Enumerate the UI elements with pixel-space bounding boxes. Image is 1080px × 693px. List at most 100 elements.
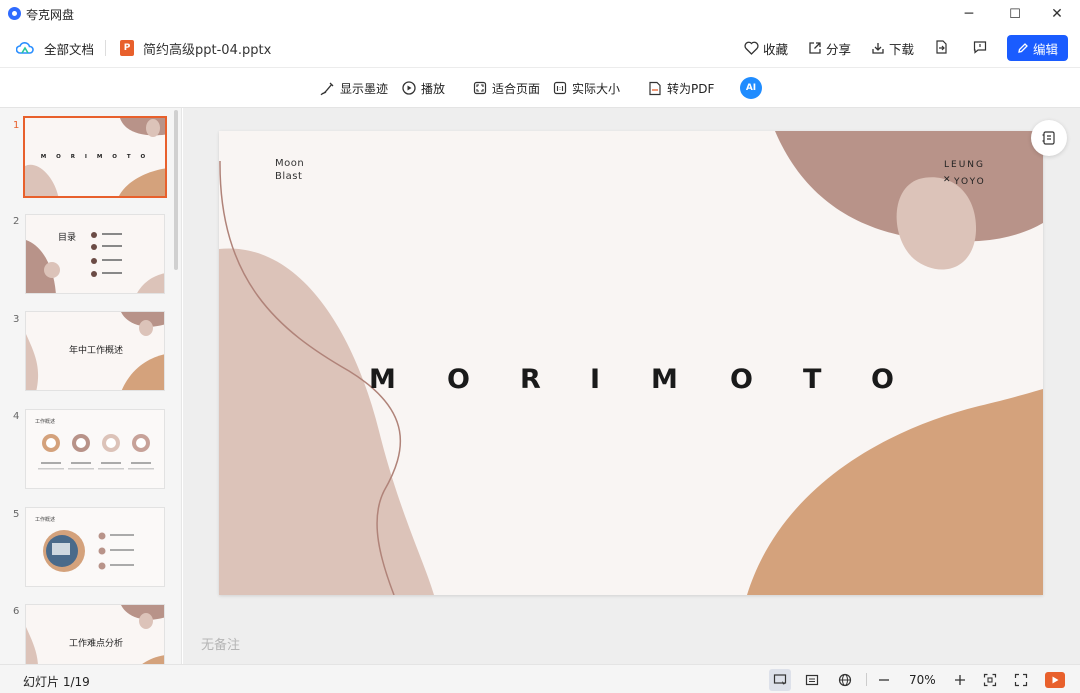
ai-assistant-button[interactable]: AI bbox=[740, 77, 762, 99]
play-label: 播放 bbox=[421, 81, 446, 96]
zoom-out-button[interactable] bbox=[875, 671, 893, 689]
slide-title-letter: I bbox=[590, 364, 601, 395]
slide-title-letter: O bbox=[871, 364, 894, 395]
fit-window-icon bbox=[983, 673, 997, 687]
app-title: 夸克网盘 bbox=[26, 8, 75, 22]
slide-title-letter: M bbox=[369, 364, 396, 395]
to-pdf-button[interactable]: 转为PDF bbox=[648, 68, 714, 108]
slide-title-letter: O bbox=[730, 364, 753, 395]
fit-page-button[interactable]: 适合页面 bbox=[473, 68, 540, 108]
ppt-file-icon: P bbox=[120, 40, 134, 56]
status-divider bbox=[866, 673, 867, 686]
slide-title-letter: R bbox=[520, 364, 541, 395]
actual-size-label: 实际大小 bbox=[572, 81, 621, 96]
thumbnail-title: 工作难点分析 bbox=[68, 639, 123, 649]
thumbnail-title: M O R I M O T O bbox=[40, 154, 150, 160]
feedback-icon[interactable] bbox=[973, 40, 987, 54]
slide-thumbnail-4[interactable]: 工作概述 bbox=[25, 409, 165, 489]
slideshow-play-icon bbox=[1052, 676, 1059, 684]
divider bbox=[105, 40, 106, 56]
edit-label: 编辑 bbox=[1032, 41, 1058, 57]
slide-thumbnail-5[interactable]: 工作概述 bbox=[25, 507, 165, 587]
sidebar-scrollbar[interactable] bbox=[174, 110, 178, 270]
download-label: 下载 bbox=[889, 41, 915, 57]
cloud-icon bbox=[16, 42, 34, 54]
app-logo-icon bbox=[8, 7, 21, 20]
thumbnail-number: 1 bbox=[13, 120, 20, 131]
slide-notes: 无备注 bbox=[201, 638, 241, 653]
fullscreen-button[interactable] bbox=[1012, 671, 1030, 689]
favorite-button[interactable]: 收藏 bbox=[744, 28, 788, 68]
slide-blast-text: Blast bbox=[275, 171, 303, 182]
slideshow-button[interactable] bbox=[1045, 672, 1065, 688]
slide-x-mark: ✕ bbox=[943, 175, 951, 185]
thumbnail-number: 6 bbox=[13, 606, 20, 617]
slide-moon-text: Moon bbox=[275, 158, 305, 169]
share-label: 分享 bbox=[826, 41, 852, 57]
share-icon bbox=[809, 42, 821, 54]
slide-artwork bbox=[219, 131, 1043, 595]
show-ink-label: 显示墨迹 bbox=[340, 81, 389, 96]
play-icon bbox=[402, 81, 416, 95]
fit-page-icon bbox=[473, 81, 487, 95]
notes-panel-icon bbox=[1042, 131, 1055, 145]
minimize-button[interactable]: ─ bbox=[946, 0, 992, 28]
globe-icon bbox=[838, 673, 852, 687]
slide-counter: 幻灯片 1/19 bbox=[23, 675, 90, 689]
export-icon[interactable] bbox=[934, 40, 948, 54]
play-button[interactable]: 播放 bbox=[402, 68, 445, 108]
download-icon bbox=[872, 43, 884, 54]
to-pdf-label: 转为PDF bbox=[667, 81, 715, 96]
pdf-icon bbox=[649, 81, 661, 95]
notes-view-icon bbox=[805, 674, 819, 686]
thumbnail-title: 工作概述 bbox=[35, 419, 56, 425]
view-toolbar: 显示墨迹 播放 适合页面 实际大小 转为PDF bbox=[0, 68, 1080, 108]
title-bar: 夸克网盘 ─ ☐ ✕ bbox=[0, 0, 1080, 28]
file-name: 简约高级ppt-04.pptx bbox=[143, 42, 272, 58]
fullscreen-icon bbox=[1014, 673, 1028, 687]
slide-title-letter: T bbox=[803, 364, 822, 395]
thumbnail-title: 工作概述 bbox=[35, 517, 56, 523]
favorite-label: 收藏 bbox=[763, 41, 789, 57]
thumbnail-art bbox=[26, 232, 164, 293]
download-button[interactable]: 下载 bbox=[871, 28, 914, 68]
normal-view-button[interactable] bbox=[769, 669, 791, 691]
ink-pen-icon bbox=[320, 82, 334, 95]
thumbnail-number: 4 bbox=[13, 411, 20, 422]
share-button[interactable]: 分享 bbox=[808, 28, 851, 68]
normal-view-icon bbox=[773, 674, 787, 685]
plus-icon bbox=[955, 675, 965, 685]
slide-title-letter: O bbox=[447, 364, 470, 395]
thumbnail-number: 3 bbox=[13, 314, 20, 325]
slide-thumbnail-1[interactable]: M O R I M O T O bbox=[23, 116, 167, 198]
notes-view-button[interactable] bbox=[803, 671, 821, 689]
all-docs-button[interactable]: 全部文档 bbox=[16, 28, 94, 68]
slide-thumbnail-2[interactable]: 目录 bbox=[25, 214, 165, 294]
edit-button[interactable]: 编辑 bbox=[1007, 35, 1068, 61]
notes-panel-button[interactable] bbox=[1031, 120, 1067, 156]
status-bar: 幻灯片 1/19 70% bbox=[0, 664, 1080, 693]
close-button[interactable]: ✕ bbox=[1034, 0, 1080, 28]
show-ink-button[interactable]: 显示墨迹 bbox=[320, 68, 388, 108]
maximize-button[interactable]: ☐ bbox=[992, 0, 1038, 28]
document-toolbar: 全部文档 P 简约高级ppt-04.pptx 收藏 分享 下载 bbox=[0, 28, 1080, 68]
fit-page-label: 适合页面 bbox=[492, 81, 541, 96]
thumbnail-title: 年中工作概述 bbox=[68, 346, 123, 356]
slide-thumbnail-3[interactable]: 年中工作概述 bbox=[25, 311, 165, 391]
slide-yoyo-text: YOYO bbox=[954, 177, 986, 187]
actual-size-button[interactable]: 实际大小 bbox=[553, 68, 620, 108]
zoom-in-button[interactable] bbox=[951, 671, 969, 689]
heart-icon bbox=[744, 41, 759, 55]
all-docs-label: 全部文档 bbox=[44, 41, 95, 57]
minus-icon bbox=[879, 679, 889, 681]
actual-size-icon bbox=[553, 81, 567, 95]
web-view-button[interactable] bbox=[836, 671, 854, 689]
thumbnail-number: 2 bbox=[13, 216, 20, 227]
file-name-tab: P 简约高级ppt-04.pptx bbox=[120, 28, 271, 68]
pencil-icon bbox=[1018, 43, 1028, 53]
slide-title-letter: M bbox=[651, 364, 678, 395]
fit-window-button[interactable] bbox=[981, 671, 999, 689]
thumbnail-title: 目录 bbox=[58, 233, 77, 243]
current-slide: Moon Blast LEUNG ✕ YOYO M O R I M O T O bbox=[219, 131, 1043, 595]
slide-leung-text: LEUNG bbox=[944, 160, 985, 170]
